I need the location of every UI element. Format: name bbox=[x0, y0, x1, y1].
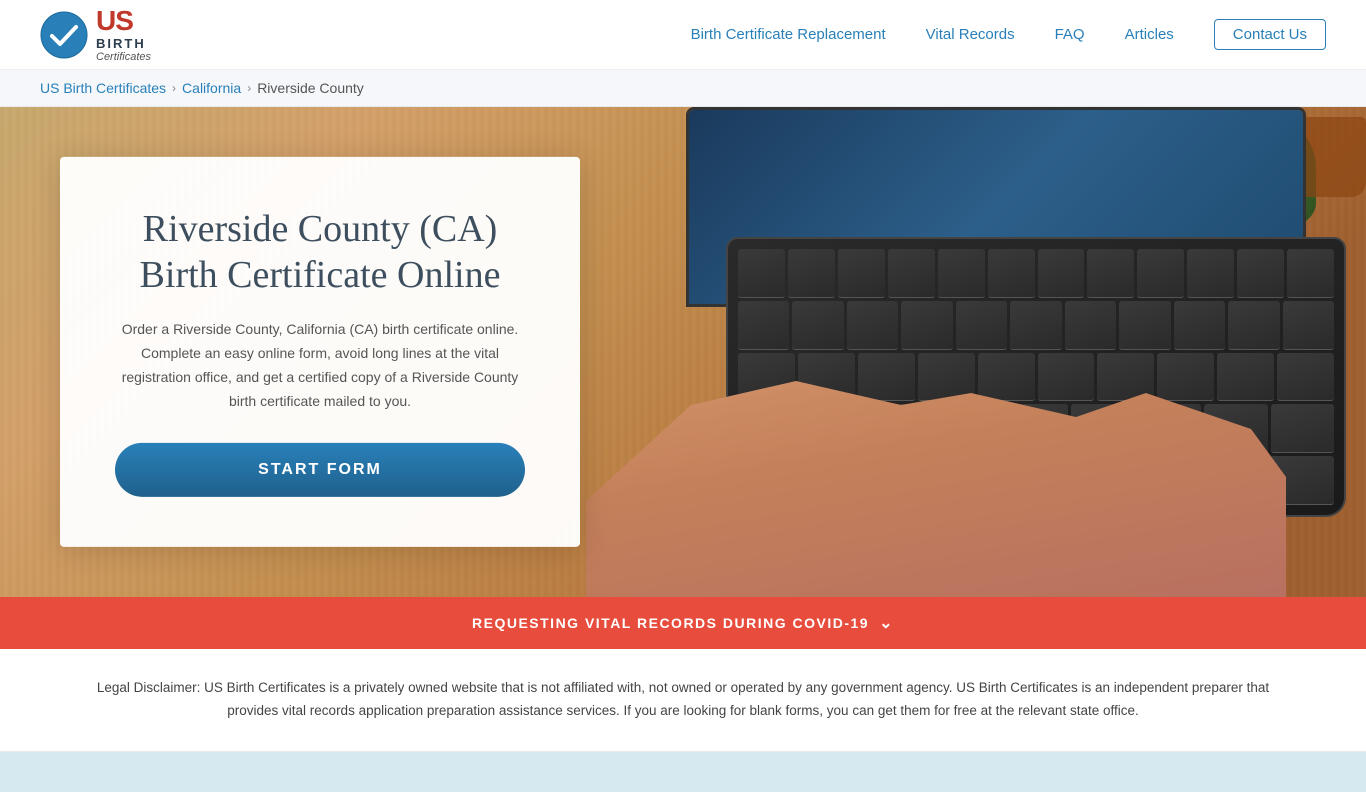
key-row-2j bbox=[1228, 301, 1279, 350]
nav-birth-replacement[interactable]: Birth Certificate Replacement bbox=[691, 26, 886, 43]
key-row-1 bbox=[738, 249, 785, 298]
main-nav: Birth Certificate Replacement Vital Reco… bbox=[691, 19, 1326, 50]
key-row-2k bbox=[1283, 301, 1334, 350]
nav-vital-records[interactable]: Vital Records bbox=[926, 26, 1015, 43]
key-row-2d bbox=[901, 301, 952, 350]
logo-us-text: US bbox=[96, 6, 151, 37]
logo[interactable]: US BIRTH Certificates bbox=[40, 6, 151, 63]
breadcrumb-state[interactable]: California bbox=[182, 80, 241, 96]
key-row-4i bbox=[1271, 404, 1335, 453]
breadcrumb-home[interactable]: US Birth Certificates bbox=[40, 80, 166, 96]
key-row-1i bbox=[1137, 249, 1184, 298]
key-row-2f bbox=[1010, 301, 1061, 350]
logo-birth-text: BIRTH bbox=[96, 37, 151, 51]
disclaimer-section: Legal Disclaimer: US Birth Certificates … bbox=[0, 649, 1366, 752]
key-row-3e bbox=[978, 353, 1035, 402]
nav-faq[interactable]: FAQ bbox=[1055, 26, 1085, 43]
covid-banner-text: REQUESTING VITAL RECORDS DURING COVID-19 bbox=[472, 615, 869, 631]
key-row-2b bbox=[792, 301, 843, 350]
key-row-2c bbox=[847, 301, 898, 350]
key-row-1b bbox=[788, 249, 835, 298]
hero-title: Riverside County (CA) Birth Certificate … bbox=[115, 207, 525, 298]
key-row-3c bbox=[858, 353, 915, 402]
key-row-2g bbox=[1065, 301, 1116, 350]
site-header: US BIRTH Certificates Birth Certificate … bbox=[0, 0, 1366, 70]
key-row-1d bbox=[888, 249, 935, 298]
key-row-1l bbox=[1287, 249, 1334, 298]
logo-icon bbox=[40, 11, 88, 59]
covid-chevron-icon: ⌄ bbox=[879, 613, 894, 633]
key-row-3i bbox=[1217, 353, 1274, 402]
key-row-1f bbox=[988, 249, 1035, 298]
breadcrumb-sep-2: › bbox=[247, 81, 251, 95]
logo-certs-text: Certificates bbox=[96, 51, 151, 63]
breadcrumb-current: Riverside County bbox=[257, 80, 364, 96]
hero-card: Riverside County (CA) Birth Certificate … bbox=[60, 157, 580, 547]
hero-description: Order a Riverside County, California (CA… bbox=[115, 318, 525, 413]
key-row-1c bbox=[838, 249, 885, 298]
key-row-1j bbox=[1187, 249, 1234, 298]
logo-text: US BIRTH Certificates bbox=[96, 6, 151, 63]
key-row-1g bbox=[1038, 249, 1085, 298]
breadcrumb: US Birth Certificates › California › Riv… bbox=[0, 70, 1366, 107]
key-row-1k bbox=[1237, 249, 1284, 298]
key-row-2i bbox=[1174, 301, 1225, 350]
breadcrumb-sep-1: › bbox=[172, 81, 176, 95]
covid-banner[interactable]: REQUESTING VITAL RECORDS DURING COVID-19… bbox=[0, 597, 1366, 649]
key-row-2 bbox=[738, 301, 789, 350]
nav-articles[interactable]: Articles bbox=[1125, 26, 1174, 43]
key-row-2h bbox=[1119, 301, 1170, 350]
footer-area bbox=[0, 752, 1366, 792]
key-row-1h bbox=[1087, 249, 1134, 298]
hero-section: Riverside County (CA) Birth Certificate … bbox=[0, 107, 1366, 597]
start-form-button[interactable]: START FORM bbox=[115, 443, 525, 497]
nav-contact[interactable]: Contact Us bbox=[1214, 19, 1326, 50]
disclaimer-text: Legal Disclaimer: US Birth Certificates … bbox=[80, 677, 1286, 723]
key-row-3h bbox=[1157, 353, 1214, 402]
key-row-3j bbox=[1277, 353, 1334, 402]
key-row-1e bbox=[938, 249, 985, 298]
key-row-3f bbox=[1038, 353, 1095, 402]
key-row-2e bbox=[956, 301, 1007, 350]
